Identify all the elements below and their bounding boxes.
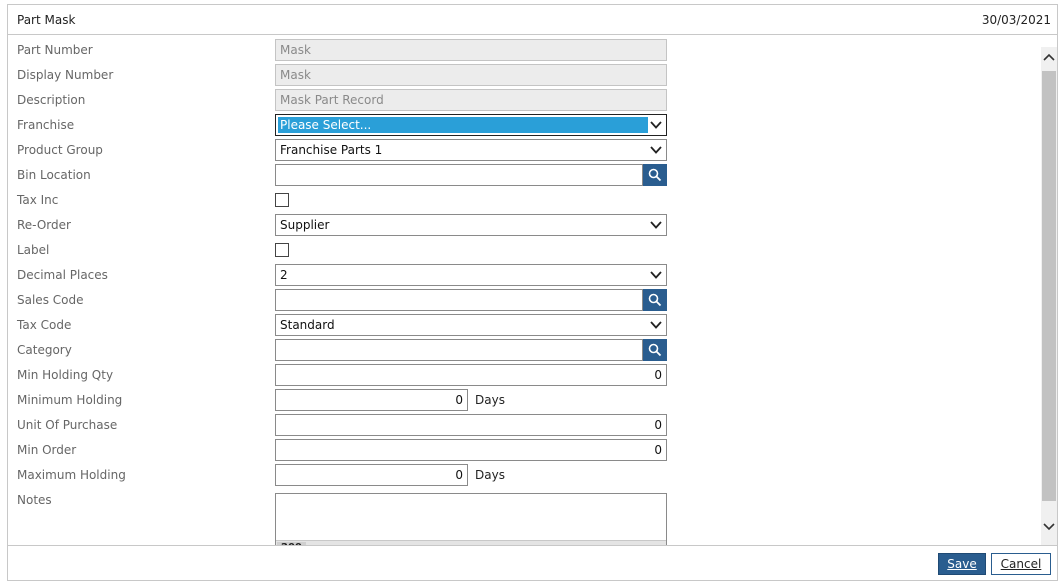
bin-location-search-button[interactable]: [643, 164, 667, 186]
chevron-up-icon[interactable]: [1041, 47, 1057, 69]
label-checkbox[interactable]: [275, 243, 289, 257]
notes-label: Notes: [17, 493, 52, 507]
franchise-label: Franchise: [17, 118, 75, 132]
bin-location-row: Bin Location: [8, 164, 1041, 186]
sales-code-input[interactable]: [275, 289, 643, 311]
min-order-input[interactable]: 0: [275, 439, 667, 461]
franchise-select[interactable]: Please Select...: [275, 114, 667, 136]
re-order-value: Supplier: [280, 218, 330, 232]
unit-of-purchase-row: Unit Of Purchase 0: [8, 414, 1041, 436]
display-number-label: Display Number: [17, 68, 114, 82]
tax-inc-checkbox[interactable]: [275, 193, 289, 207]
part-number-field: Mask: [275, 39, 667, 61]
tax-inc-label: Tax Inc: [17, 193, 59, 207]
save-button[interactable]: Save: [938, 553, 986, 575]
dialog-footer: Save Cancel: [8, 545, 1057, 580]
category-label: Category: [17, 343, 72, 357]
sales-code-search-button[interactable]: [643, 289, 667, 311]
window-date: 30/03/2021: [981, 13, 1051, 27]
label-row: Label: [8, 239, 1041, 261]
chevron-down-icon: [650, 146, 662, 154]
maximum-holding-row: Maximum Holding 0 Days: [8, 464, 1041, 486]
chevron-down-icon: [650, 321, 662, 329]
product-group-row: Product Group Franchise Parts 1: [8, 139, 1041, 161]
tax-code-label: Tax Code: [17, 318, 72, 332]
label-label: Label: [17, 243, 50, 257]
category-input[interactable]: [275, 339, 643, 361]
decimal-places-value: 2: [280, 268, 288, 282]
description-label: Description: [17, 93, 86, 107]
window-title: Part Mask: [17, 13, 76, 27]
display-number-field: Mask: [275, 64, 667, 86]
minimum-holding-unit: Days: [475, 393, 505, 407]
product-group-select[interactable]: Franchise Parts 1: [275, 139, 667, 161]
min-holding-qty-label: Min Holding Qty: [17, 368, 114, 382]
tax-inc-row: Tax Inc: [8, 189, 1041, 211]
chevron-down-icon: [650, 121, 662, 129]
scrollbar-thumb[interactable]: [1042, 71, 1056, 501]
re-order-label: Re-Order: [17, 218, 71, 232]
decimal-places-select[interactable]: 2: [275, 264, 667, 286]
search-icon: [648, 168, 662, 182]
min-order-row: Min Order 0: [8, 439, 1041, 461]
decimal-places-label: Decimal Places: [17, 268, 108, 282]
maximum-holding-input[interactable]: 0: [275, 464, 468, 486]
min-holding-qty-row: Min Holding Qty 0: [8, 364, 1041, 386]
unit-of-purchase-label: Unit Of Purchase: [17, 418, 118, 432]
tax-code-value: Standard: [280, 318, 335, 332]
part-mask-window: Part Mask 30/03/2021 Part Number Mask Di…: [7, 4, 1058, 581]
cancel-button[interactable]: Cancel: [991, 553, 1051, 575]
chevron-down-icon: [650, 221, 662, 229]
bin-location-input[interactable]: [275, 164, 643, 186]
minimum-holding-input[interactable]: 0: [275, 389, 468, 411]
decimal-places-row: Decimal Places 2: [8, 264, 1041, 286]
re-order-select[interactable]: Supplier: [275, 214, 667, 236]
sales-code-label: Sales Code: [17, 293, 84, 307]
maximum-holding-label: Maximum Holding: [17, 468, 126, 482]
search-icon: [648, 343, 662, 357]
search-icon: [648, 293, 662, 307]
unit-of-purchase-input[interactable]: 0: [275, 414, 667, 436]
part-number-label: Part Number: [17, 43, 93, 57]
category-row: Category: [8, 339, 1041, 361]
tax-code-select[interactable]: Standard: [275, 314, 667, 336]
form-content: Part Number Mask Display Number Mask Des…: [8, 35, 1041, 545]
category-search-button[interactable]: [643, 339, 667, 361]
vertical-scrollbar[interactable]: [1041, 47, 1057, 545]
notes-textarea[interactable]: 200: [275, 493, 667, 545]
chevron-down-icon[interactable]: [1041, 515, 1057, 537]
franchise-row: Franchise Please Select...: [8, 114, 1041, 136]
re-order-row: Re-Order Supplier: [8, 214, 1041, 236]
min-holding-qty-input[interactable]: 0: [275, 364, 667, 386]
minimum-holding-label: Minimum Holding: [17, 393, 123, 407]
bin-location-label: Bin Location: [17, 168, 91, 182]
product-group-value: Franchise Parts 1: [280, 143, 383, 157]
franchise-selected-value: Please Select...: [278, 117, 648, 133]
maximum-holding-unit: Days: [475, 468, 505, 482]
display-number-row: Display Number Mask: [8, 64, 1041, 86]
minimum-holding-row: Minimum Holding 0 Days: [8, 389, 1041, 411]
sales-code-row: Sales Code: [8, 289, 1041, 311]
min-order-label: Min Order: [17, 443, 77, 457]
title-bar: Part Mask 30/03/2021: [8, 5, 1057, 35]
description-row: Description Mask Part Record: [8, 89, 1041, 111]
product-group-label: Product Group: [17, 143, 103, 157]
chevron-down-icon: [650, 271, 662, 279]
tax-code-row: Tax Code Standard: [8, 314, 1041, 336]
part-number-row: Part Number Mask: [8, 39, 1041, 61]
description-field: Mask Part Record: [275, 89, 667, 111]
